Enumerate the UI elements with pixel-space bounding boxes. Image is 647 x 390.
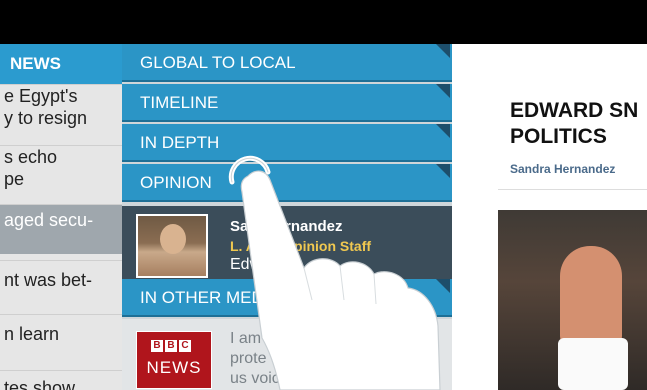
- menu-item-in-depth[interactable]: IN DEPTH: [122, 124, 452, 162]
- author-card[interactable]: Sa o Hernandez L. A. es Opinion Staff Ed…: [122, 206, 452, 284]
- author-snippet: Edwa den, a: [230, 256, 319, 273]
- app-screen: NEWS e Egypt's y to resign s echo pe age…: [0, 44, 647, 390]
- list-item[interactable]: e Egypt's y to resign: [0, 84, 122, 138]
- menu-item-label: TIMELINE: [140, 93, 219, 112]
- list-item-line: e Egypt's: [4, 86, 78, 106]
- avatar: [136, 214, 208, 278]
- author-name: Sa o Hernandez: [230, 218, 343, 235]
- logo-text: NEWS: [146, 358, 202, 377]
- list-item[interactable]: n learn: [0, 314, 122, 364]
- list-item-line: aged secu-: [4, 210, 94, 230]
- list-item-selected[interactable]: aged secu-: [0, 204, 122, 254]
- status-bar: [0, 0, 647, 44]
- menu-item-opinion[interactable]: OPINION: [122, 164, 452, 202]
- list-item[interactable]: nt was bet-: [0, 260, 122, 310]
- menu-item-global-to-local[interactable]: GLOBAL TO LOCAL: [122, 44, 452, 82]
- article-byline[interactable]: Sandra Hernandez: [510, 162, 615, 176]
- corner-triangle-icon: [436, 44, 450, 58]
- menu-item-label: IN OTHER MEDIA: [140, 288, 280, 307]
- corner-triangle-icon: [436, 279, 450, 293]
- menu-item-label: IN DEPTH: [140, 133, 220, 152]
- menu-item-label: OPINION: [140, 173, 212, 192]
- news-list: NEWS e Egypt's y to resign s echo pe age…: [0, 44, 122, 390]
- photo-cuff: [558, 338, 628, 390]
- author-staff: L. A. es Opinion Staff: [230, 238, 372, 254]
- article-headline[interactable]: EDWARD SN POLITICS: [510, 98, 647, 150]
- logo-block: B: [151, 340, 163, 352]
- corner-triangle-icon: [436, 164, 450, 178]
- other-media-story[interactable]: B B C NEWS I am prote us voic: [122, 319, 452, 390]
- corner-triangle-icon: [436, 84, 450, 98]
- corner-triangle-icon: [436, 124, 450, 138]
- list-item-line: n learn: [4, 324, 60, 344]
- menu-item-label: GLOBAL TO LOCAL: [140, 53, 296, 72]
- list-item-line: tes show: [4, 378, 76, 390]
- story-snippet: I am prote us voic: [230, 330, 280, 387]
- menu-item-timeline[interactable]: TIMELINE: [122, 84, 452, 122]
- logo-block: C: [179, 340, 191, 352]
- divider: [498, 189, 647, 190]
- article-photo[interactable]: [498, 210, 647, 390]
- logo-block: B: [165, 340, 177, 352]
- news-list-header[interactable]: NEWS: [0, 44, 122, 84]
- article-pane: EDWARD SN POLITICS Sandra Hernandez: [452, 44, 647, 390]
- list-item[interactable]: s echo pe: [0, 145, 122, 199]
- section-menu: GLOBAL TO LOCAL TIMELINE IN DEPTH OPINIO…: [122, 44, 452, 390]
- list-item[interactable]: tes show: [0, 370, 122, 390]
- list-item-line: pe: [4, 169, 25, 189]
- list-item-line: nt was bet-: [4, 270, 93, 290]
- bbc-news-logo: B B C NEWS: [136, 331, 212, 389]
- menu-item-in-other-media[interactable]: IN OTHER MEDIA: [122, 279, 452, 317]
- list-item-line: s echo: [4, 147, 58, 167]
- list-item-line: y to resign: [4, 108, 88, 128]
